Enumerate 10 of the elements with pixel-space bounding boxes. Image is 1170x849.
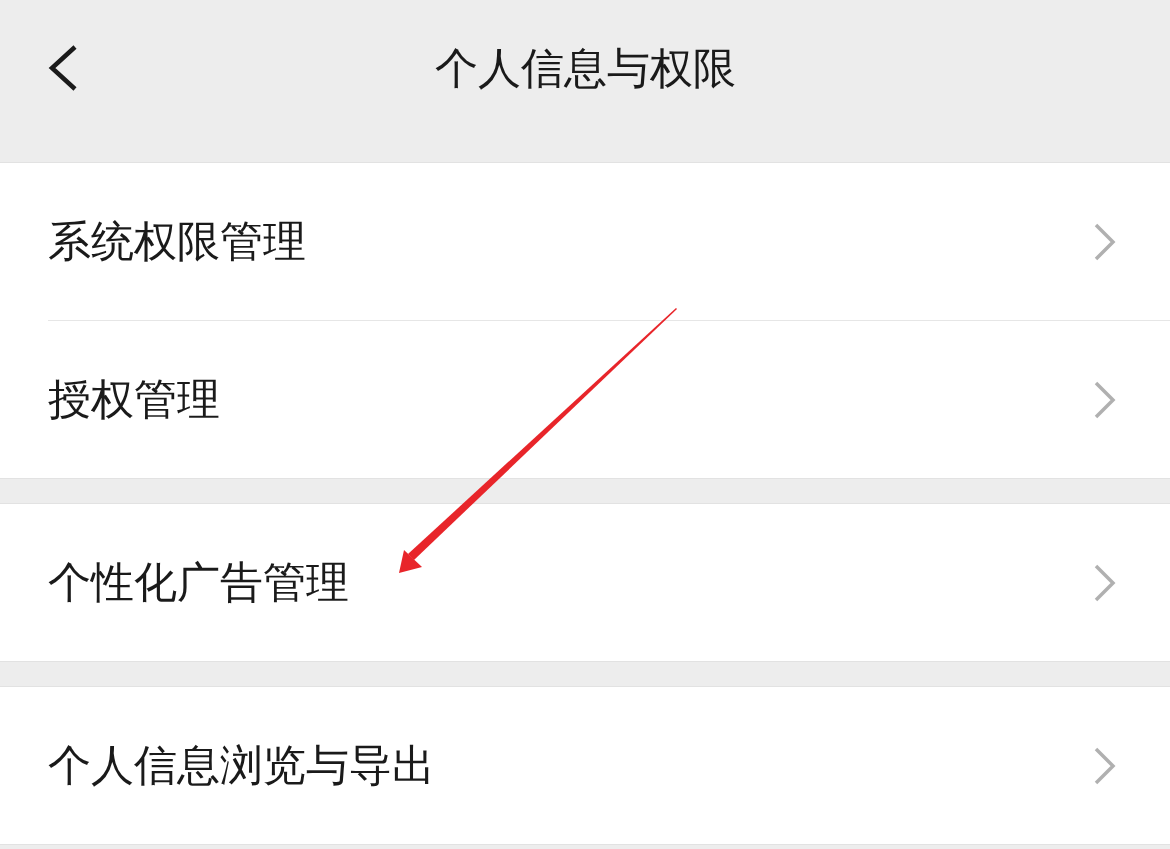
settings-item[interactable]: 授权管理 — [0, 321, 1170, 478]
chevron-icon — [1094, 746, 1116, 785]
settings-item[interactable]: 个性化广告管理 — [0, 504, 1170, 661]
settings-item[interactable]: 个人信息浏览与导出 — [0, 687, 1170, 844]
settings-item[interactable]: 系统权限管理 — [0, 163, 1170, 320]
chevron-icon — [1094, 563, 1116, 602]
chevron-icon — [1094, 380, 1116, 419]
back-icon[interactable] — [48, 45, 78, 91]
page-title: 个人信息与权限 — [434, 42, 736, 95]
chevron-icon — [1094, 222, 1116, 261]
